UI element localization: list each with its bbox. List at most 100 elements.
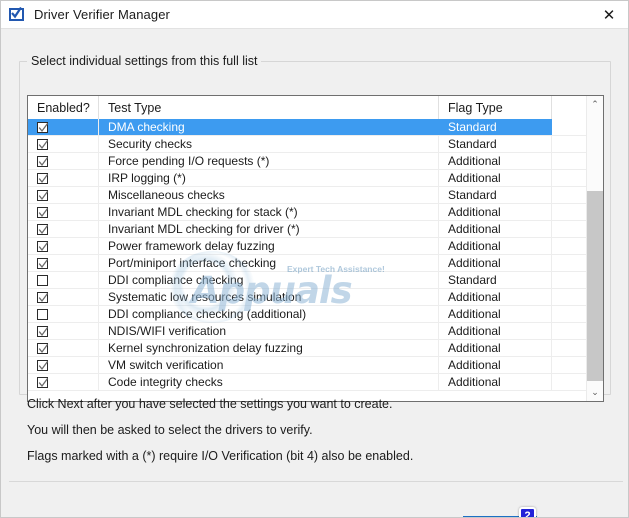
test-type-cell: IRP logging (*) xyxy=(99,170,439,186)
checkbox-checked-icon[interactable] xyxy=(37,257,49,269)
enabled-cell xyxy=(28,238,99,254)
table-row[interactable]: VM switch verification Additional xyxy=(28,357,603,374)
checkbox-checked-icon[interactable] xyxy=(37,138,49,150)
scrollbar-thumb[interactable] xyxy=(587,191,603,381)
checkbox-checked-icon[interactable] xyxy=(37,206,49,218)
table-row[interactable]: Kernel synchronization delay fuzzing Addi… xyxy=(28,340,603,357)
test-type-cell: NDIS/WIFI verification xyxy=(99,323,439,339)
test-type-cell: Code integrity checks xyxy=(99,374,439,390)
table-row[interactable]: DMA checking Standard xyxy=(28,119,603,136)
column-header-test-type[interactable]: Test Type xyxy=(99,96,439,119)
flag-type-cell: Additional xyxy=(439,306,552,322)
table-row[interactable]: DDI compliance checking Standard xyxy=(28,272,603,289)
scroll-down-icon[interactable]: ⌄ xyxy=(587,384,603,401)
enabled-cell xyxy=(28,374,99,390)
enabled-cell xyxy=(28,204,99,220)
flag-type-cell: Additional xyxy=(439,340,552,356)
enabled-cell xyxy=(28,255,99,271)
enabled-cell xyxy=(28,340,99,356)
flag-type-cell: Additional xyxy=(439,289,552,305)
scroll-up-icon[interactable]: ⌃ xyxy=(587,96,603,113)
checkbox-unchecked-icon[interactable] xyxy=(37,274,48,286)
flag-type-cell: Additional xyxy=(439,374,552,390)
table-row[interactable]: Invariant MDL checking for driver (*) Add… xyxy=(28,221,603,238)
test-type-cell: Invariant MDL checking for driver (*) xyxy=(99,221,439,237)
enabled-cell xyxy=(28,289,99,305)
enabled-cell xyxy=(28,136,99,152)
flag-type-cell: Additional xyxy=(439,221,552,237)
title-bar: Driver Verifier Manager ✕ xyxy=(1,1,628,28)
column-header-enabled[interactable]: Enabled? xyxy=(28,96,99,119)
instruction-line-2: You will then be asked to select the dri… xyxy=(27,423,313,437)
table-row[interactable]: Port/miniport interface checking Addition… xyxy=(28,255,603,272)
checkbox-checked-icon[interactable] xyxy=(37,325,49,337)
checkbox-checked-icon[interactable] xyxy=(37,172,49,184)
checkbox-checked-icon[interactable] xyxy=(37,342,49,354)
driver-verifier-icon xyxy=(8,6,25,23)
checkbox-checked-icon[interactable] xyxy=(37,359,49,371)
checkbox-checked-icon[interactable] xyxy=(37,155,49,167)
test-type-cell: Systematic low resources simulation xyxy=(99,289,439,305)
client-area: Select individual settings from this ful… xyxy=(1,29,628,517)
groupbox-label: Select individual settings from this ful… xyxy=(27,54,262,68)
flag-type-cell: Additional xyxy=(439,238,552,254)
flag-type-cell: Standard xyxy=(439,187,552,203)
flag-type-cell: Standard xyxy=(439,119,552,135)
instruction-line-1: Click Next after you have selected the s… xyxy=(27,397,393,411)
table-row[interactable]: Code integrity checks Additional xyxy=(28,374,603,391)
checkbox-checked-icon[interactable] xyxy=(37,376,49,388)
enabled-cell xyxy=(28,272,99,288)
table-row[interactable]: DDI compliance checking (additional) Addi… xyxy=(28,306,603,323)
test-type-cell: DMA checking xyxy=(99,119,439,135)
checkbox-checked-icon[interactable] xyxy=(37,240,49,252)
driver-verifier-window: Driver Verifier Manager ✕ Select individ… xyxy=(0,0,629,518)
checkbox-checked-icon[interactable] xyxy=(37,291,49,303)
list-body: DMA checking Standard Security checks Stand… xyxy=(28,119,603,401)
test-type-cell: DDI compliance checking (additional) xyxy=(99,306,439,322)
enabled-cell xyxy=(28,119,99,135)
settings-list[interactable]: Enabled? Test Type Flag Type DMA checkin… xyxy=(27,95,604,402)
table-row[interactable]: Force pending I/O requests (*) Additional xyxy=(28,153,603,170)
checkbox-unchecked-icon[interactable] xyxy=(37,308,48,320)
flag-type-cell: Standard xyxy=(439,136,552,152)
flag-type-cell: Additional xyxy=(439,255,552,271)
test-type-cell: Power framework delay fuzzing xyxy=(99,238,439,254)
test-type-cell: Kernel synchronization delay fuzzing xyxy=(99,340,439,356)
enabled-cell xyxy=(28,187,99,203)
enabled-cell xyxy=(28,357,99,373)
enabled-cell xyxy=(28,306,99,322)
test-type-cell: DDI compliance checking xyxy=(99,272,439,288)
scrollbar-track[interactable] xyxy=(587,113,603,384)
instruction-line-3: Flags marked with a (*) require I/O Veri… xyxy=(27,449,414,463)
table-row[interactable]: Power framework delay fuzzing Additional xyxy=(28,238,603,255)
flag-type-cell: Additional xyxy=(439,153,552,169)
checkbox-checked-icon[interactable] xyxy=(37,223,49,235)
flag-type-cell: Additional xyxy=(439,323,552,339)
footer-divider xyxy=(9,481,623,482)
column-header-flag-type[interactable]: Flag Type xyxy=(439,96,552,119)
test-type-cell: Port/miniport interface checking xyxy=(99,255,439,271)
check-glyph xyxy=(11,7,22,19)
flag-type-cell: Standard xyxy=(439,272,552,288)
table-row[interactable]: Security checks Standard xyxy=(28,136,603,153)
flag-type-cell: Additional xyxy=(439,357,552,373)
enabled-cell xyxy=(28,170,99,186)
checkbox-checked-icon[interactable] xyxy=(37,189,49,201)
test-type-cell: Miscellaneous checks xyxy=(99,187,439,203)
list-scrollbar[interactable]: ⌃ ⌄ xyxy=(586,96,603,401)
enabled-cell xyxy=(28,221,99,237)
test-type-cell: Invariant MDL checking for stack (*) xyxy=(99,204,439,220)
test-type-cell: VM switch verification xyxy=(99,357,439,373)
test-type-cell: Force pending I/O requests (*) xyxy=(99,153,439,169)
flag-type-cell: Additional xyxy=(439,170,552,186)
checkbox-checked-icon[interactable] xyxy=(37,121,49,133)
table-row[interactable]: Miscellaneous checks Standard xyxy=(28,187,603,204)
table-row[interactable]: Systematic low resources simulation Addit… xyxy=(28,289,603,306)
table-row[interactable]: Invariant MDL checking for stack (*) Addi… xyxy=(28,204,603,221)
table-row[interactable]: IRP logging (*) Additional xyxy=(28,170,603,187)
close-icon[interactable]: ✕ xyxy=(588,1,628,28)
enabled-cell xyxy=(28,153,99,169)
enabled-cell xyxy=(28,323,99,339)
window-title: Driver Verifier Manager xyxy=(34,7,170,22)
table-row[interactable]: NDIS/WIFI verification Additional xyxy=(28,323,603,340)
